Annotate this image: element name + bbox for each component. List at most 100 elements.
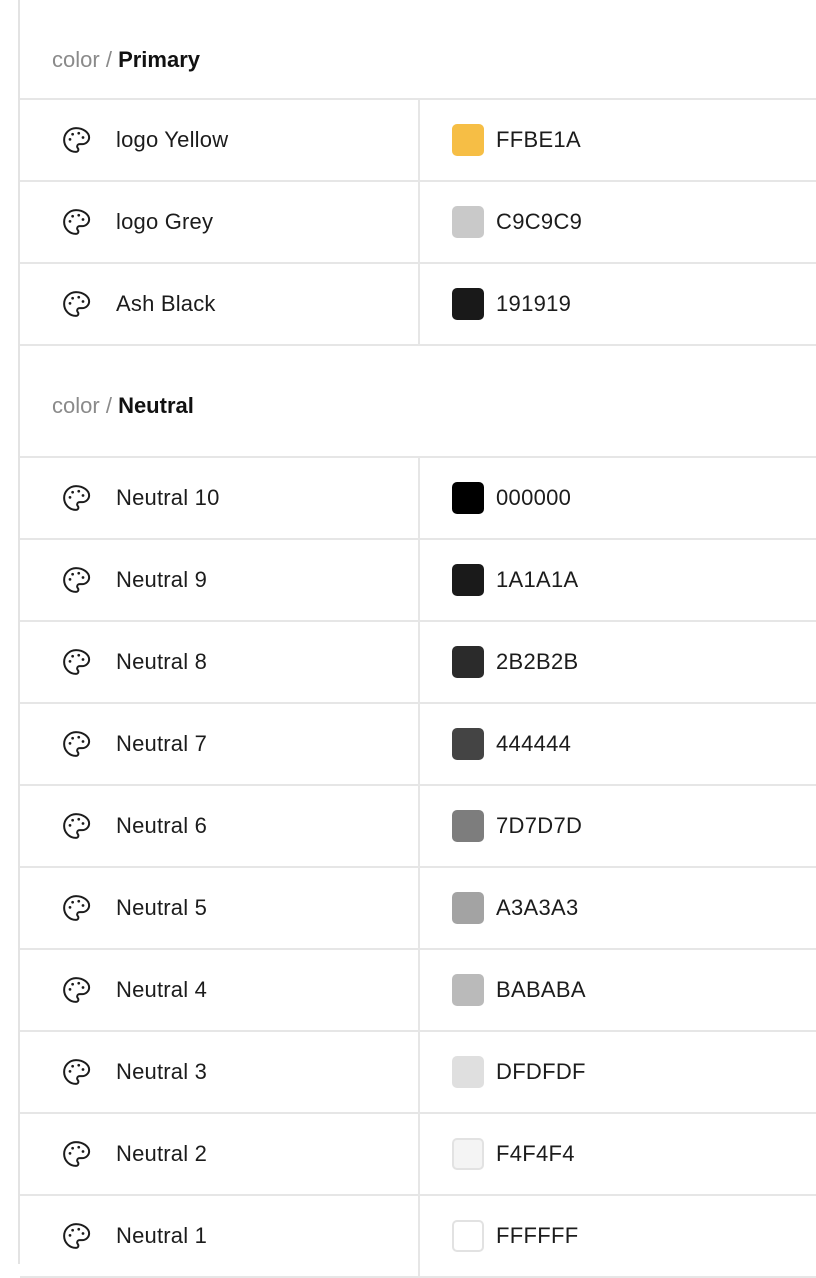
color-style-row[interactable]: Neutral 1 FFFFFF xyxy=(20,1196,816,1278)
group-name: Primary xyxy=(118,47,201,72)
color-swatch xyxy=(452,482,484,514)
palette-icon xyxy=(61,893,91,923)
color-name-cell: Neutral 7 xyxy=(20,704,420,784)
color-name-cell: Neutral 4 xyxy=(20,950,420,1030)
palette-icon xyxy=(61,289,91,319)
color-hex-value: 7D7D7D xyxy=(496,813,583,838)
color-name-cell: Neutral 5 xyxy=(20,868,420,948)
group-header-neutral: color / Neutral xyxy=(20,346,816,458)
group-header-primary: color / Primary xyxy=(20,0,816,100)
color-name-cell: Neutral 6 xyxy=(20,786,420,866)
color-style-row[interactable]: Neutral 2 F4F4F4 xyxy=(20,1114,816,1196)
color-value-cell: 7D7D7D xyxy=(420,786,582,866)
color-swatch xyxy=(452,564,484,596)
color-name: Neutral 5 xyxy=(116,895,208,920)
color-name: logo Yellow xyxy=(116,127,229,152)
color-hex-value: DFDFDF xyxy=(496,1059,586,1084)
palette-icon xyxy=(61,647,91,677)
group-prefix: color xyxy=(52,47,100,72)
palette-icon xyxy=(61,207,91,237)
palette-icon xyxy=(61,729,91,759)
color-name-cell: Neutral 10 xyxy=(20,458,420,538)
palette-icon xyxy=(61,811,91,841)
palette-icon xyxy=(61,1057,91,1087)
color-swatch xyxy=(452,974,484,1006)
color-value-cell: 2B2B2B xyxy=(420,622,579,702)
color-swatch xyxy=(452,810,484,842)
color-name: logo Grey xyxy=(116,209,214,234)
color-hex-value: FFFFFF xyxy=(496,1223,579,1248)
color-swatch xyxy=(452,728,484,760)
color-swatch xyxy=(452,1138,484,1170)
color-name-cell: Ash Black xyxy=(20,264,420,344)
palette-icon xyxy=(61,483,91,513)
color-value-cell: FFBE1A xyxy=(420,100,581,180)
color-hex-value: 444444 xyxy=(496,731,572,756)
color-hex-value: A3A3A3 xyxy=(496,895,579,920)
color-hex-value: F4F4F4 xyxy=(496,1141,575,1166)
color-name-cell: logo Grey xyxy=(20,182,420,262)
group-prefix: color xyxy=(52,393,100,418)
palette-icon xyxy=(61,1221,91,1251)
color-name: Neutral 2 xyxy=(116,1141,208,1166)
color-swatch xyxy=(452,288,484,320)
color-name: Ash Black xyxy=(116,291,216,316)
color-swatch xyxy=(452,646,484,678)
color-style-row[interactable]: Neutral 9 1A1A1A xyxy=(20,540,816,622)
color-value-cell: FFFFFF xyxy=(420,1196,578,1276)
group-rows-neutral: Neutral 10 000000 Neutral 9 1A1A1A Neutr… xyxy=(20,458,816,1278)
color-name-cell: Neutral 1 xyxy=(20,1196,420,1276)
color-name: Neutral 6 xyxy=(116,813,208,838)
color-hex-value: C9C9C9 xyxy=(496,209,583,234)
color-style-row[interactable]: Neutral 6 7D7D7D xyxy=(20,786,816,868)
color-swatch xyxy=(452,124,484,156)
group-separator: / xyxy=(105,393,112,418)
color-name: Neutral 3 xyxy=(116,1059,208,1084)
color-value-cell: F4F4F4 xyxy=(420,1114,575,1194)
color-value-cell: 000000 xyxy=(420,458,571,538)
palette-icon xyxy=(61,1139,91,1169)
color-styles-panel: color / Primary logo Yellow FFBE1A logo … xyxy=(20,0,816,1278)
color-value-cell: DFDFDF xyxy=(420,1032,586,1112)
color-swatch xyxy=(452,206,484,238)
color-style-row[interactable]: Ash Black 191919 xyxy=(20,264,816,346)
group-separator: / xyxy=(105,47,112,72)
color-value-cell: 191919 xyxy=(420,264,571,344)
color-style-row[interactable]: Neutral 7 444444 xyxy=(20,704,816,786)
color-style-row[interactable]: Neutral 8 2B2B2B xyxy=(20,622,816,704)
color-hex-value: 191919 xyxy=(496,291,572,316)
color-style-row[interactable]: Neutral 3 DFDFDF xyxy=(20,1032,816,1114)
color-name: Neutral 9 xyxy=(116,567,208,592)
color-value-cell: C9C9C9 xyxy=(420,182,582,262)
color-value-cell: BABABA xyxy=(420,950,586,1030)
group-name: Neutral xyxy=(118,393,194,418)
color-value-cell: 444444 xyxy=(420,704,571,784)
palette-icon xyxy=(61,975,91,1005)
color-name: Neutral 1 xyxy=(116,1223,208,1248)
color-name-cell: Neutral 8 xyxy=(20,622,420,702)
color-hex-value: BABABA xyxy=(496,977,586,1002)
color-style-row[interactable]: Neutral 4 BABABA xyxy=(20,950,816,1032)
color-style-row[interactable]: Neutral 5 A3A3A3 xyxy=(20,868,816,950)
color-name-cell: logo Yellow xyxy=(20,100,420,180)
color-hex-value: 2B2B2B xyxy=(496,649,579,674)
color-style-row[interactable]: logo Yellow FFBE1A xyxy=(20,100,816,182)
color-hex-value: FFBE1A xyxy=(496,127,581,152)
color-style-row[interactable]: logo Grey C9C9C9 xyxy=(20,182,816,264)
color-name: Neutral 4 xyxy=(116,977,208,1002)
color-name-cell: Neutral 3 xyxy=(20,1032,420,1112)
color-swatch xyxy=(452,1056,484,1088)
color-name: Neutral 8 xyxy=(116,649,208,674)
color-name-cell: Neutral 2 xyxy=(20,1114,420,1194)
color-hex-value: 000000 xyxy=(496,485,572,510)
color-name: Neutral 7 xyxy=(116,731,208,756)
palette-icon xyxy=(61,125,91,155)
color-swatch xyxy=(452,1220,484,1252)
color-style-row[interactable]: Neutral 10 000000 xyxy=(20,458,816,540)
color-name: Neutral 10 xyxy=(116,485,220,510)
color-hex-value: 1A1A1A xyxy=(496,567,579,592)
color-name-cell: Neutral 9 xyxy=(20,540,420,620)
color-value-cell: A3A3A3 xyxy=(420,868,579,948)
group-rows-primary: logo Yellow FFBE1A logo Grey C9C9C9 Ash … xyxy=(20,100,816,346)
palette-icon xyxy=(61,565,91,595)
